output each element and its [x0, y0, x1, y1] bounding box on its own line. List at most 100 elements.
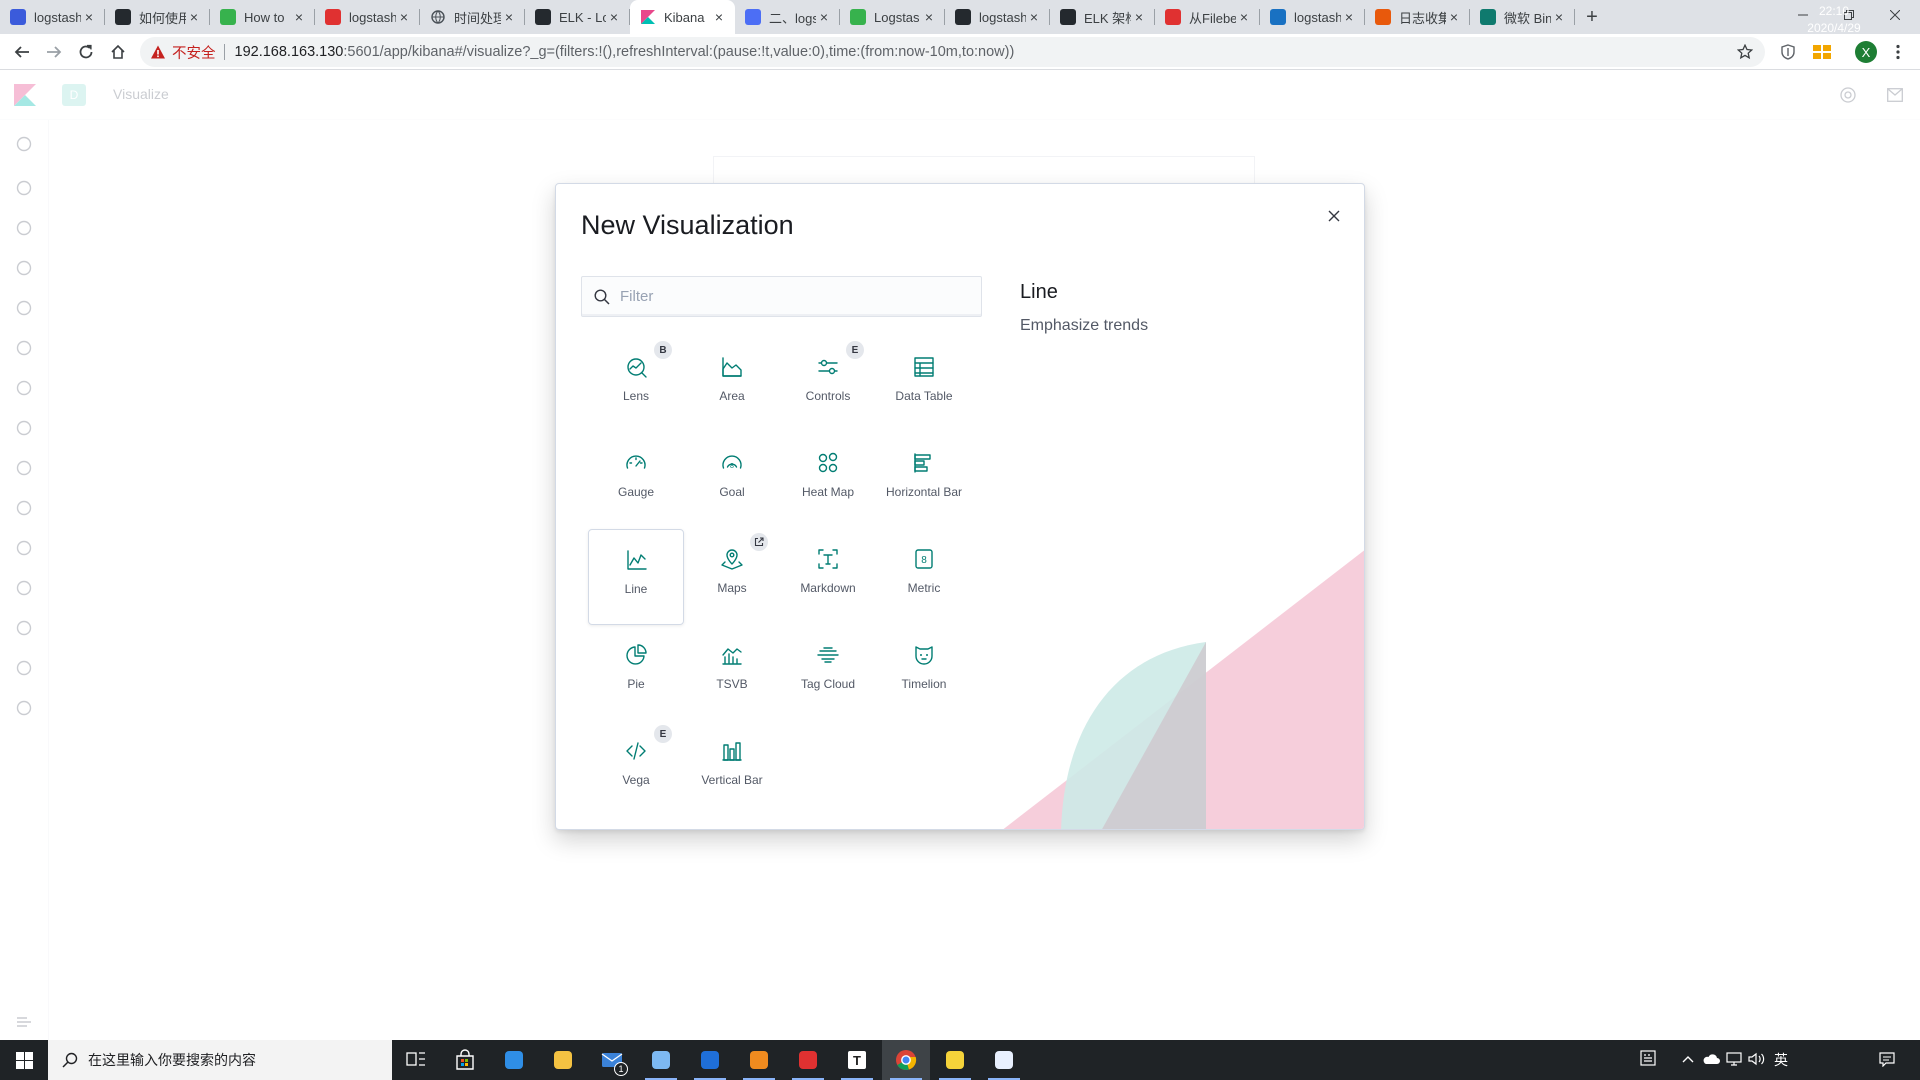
browser-tab[interactable]: logstash × — [315, 0, 420, 34]
volume-icon[interactable] — [1748, 1052, 1766, 1066]
close-tab-icon[interactable]: × — [501, 9, 517, 25]
filter-input[interactable] — [620, 277, 970, 316]
taskbar-app[interactable] — [882, 1040, 930, 1080]
siem-icon[interactable] — [14, 418, 34, 438]
vis-type-area[interactable]: Area — [684, 337, 780, 433]
taskbar-app[interactable] — [637, 1040, 685, 1080]
browser-tab[interactable]: 如何使用 × — [105, 0, 210, 34]
close-tab-icon[interactable]: × — [1551, 9, 1567, 25]
new-tab-button[interactable]: + — [1575, 0, 1609, 34]
start-button[interactable] — [0, 1040, 48, 1080]
vis-type-horizontal-bar[interactable]: Horizontal Bar — [876, 433, 972, 529]
close-tab-icon[interactable]: × — [81, 9, 97, 25]
browser-tab[interactable]: 日志收集 × — [1365, 0, 1470, 34]
browser-tab[interactable]: Kibana × — [630, 0, 735, 34]
browser-tab[interactable]: logstash × — [0, 0, 105, 34]
address-bar[interactable]: 不安全 192.168.163.130:5601/app/kibana#/vis… — [140, 37, 1765, 67]
vis-type-markdown[interactable]: Markdown — [780, 529, 876, 625]
taskbar-app[interactable] — [686, 1040, 734, 1080]
taskbar-app[interactable]: T — [833, 1040, 881, 1080]
taskbar-app[interactable] — [539, 1040, 587, 1080]
vis-type-tsvb[interactable]: TSVB — [684, 625, 780, 721]
close-tab-icon[interactable]: × — [396, 9, 412, 25]
browser-tab[interactable]: 微软 Bin × — [1470, 0, 1575, 34]
close-modal-button[interactable] — [1324, 206, 1344, 226]
vis-type-tag-cloud[interactable]: Tag Cloud — [780, 625, 876, 721]
apm-icon[interactable] — [14, 538, 34, 558]
vis-type-goal[interactable]: 8 Goal — [684, 433, 780, 529]
vis-type-metric[interactable]: 8 Metric — [876, 529, 972, 625]
forward-button[interactable] — [38, 36, 70, 68]
filter-field[interactable] — [581, 276, 982, 317]
vis-type-gauge[interactable]: Gauge — [588, 433, 684, 529]
vis-type-lens[interactable]: Lens B — [588, 337, 684, 433]
vis-type-vega[interactable]: Vega E — [588, 721, 684, 817]
maps-icon[interactable] — [14, 338, 34, 358]
notification-icon[interactable] — [1879, 1052, 1895, 1067]
recent-icon[interactable] — [14, 134, 34, 154]
taskbar-app[interactable] — [980, 1040, 1028, 1080]
vis-type-pie[interactable]: Pie — [588, 625, 684, 721]
mail-icon[interactable] — [1887, 88, 1903, 102]
ime-indicator[interactable]: 英 — [1774, 1050, 1788, 1070]
taskbar-app[interactable]: 1 — [588, 1040, 636, 1080]
vis-type-data-table[interactable]: Data Table — [876, 337, 972, 433]
browser-tab[interactable]: 从Filebe × — [1155, 0, 1260, 34]
close-tab-icon[interactable]: × — [606, 9, 622, 25]
dashboard-icon[interactable] — [14, 258, 34, 278]
taskbar-app[interactable] — [784, 1040, 832, 1080]
close-window-button[interactable] — [1872, 0, 1918, 30]
close-tab-icon[interactable]: × — [1446, 9, 1462, 25]
back-button[interactable] — [6, 36, 38, 68]
monitoring-icon[interactable] — [14, 658, 34, 678]
browser-tab[interactable]: ELK - Lo × — [525, 0, 630, 34]
profile-button[interactable]: X — [1850, 36, 1882, 68]
taskbar-app[interactable] — [441, 1040, 489, 1080]
canvas-icon[interactable] — [14, 298, 34, 318]
close-tab-icon[interactable]: × — [1026, 9, 1042, 25]
browser-tab[interactable]: logstash × — [1260, 0, 1365, 34]
vis-type-line[interactable]: Line — [588, 529, 684, 625]
vis-type-vertical-bar[interactable]: Vertical Bar — [684, 721, 780, 817]
vis-type-timelion[interactable]: Timelion — [876, 625, 972, 721]
close-tab-icon[interactable]: × — [711, 9, 727, 25]
network-icon[interactable] — [1726, 1052, 1742, 1066]
taskbar-app[interactable] — [735, 1040, 783, 1080]
clock[interactable]: 22:10 2020/4/29 — [1800, 3, 1868, 37]
space-avatar[interactable]: D — [62, 84, 86, 106]
browser-tab[interactable]: 时间处理 × — [420, 0, 525, 34]
management-icon[interactable] — [14, 698, 34, 718]
close-tab-icon[interactable]: × — [1236, 9, 1252, 25]
breadcrumb[interactable]: Visualize — [113, 86, 169, 102]
close-tab-icon[interactable]: × — [921, 9, 937, 25]
extension-button[interactable] — [1806, 36, 1838, 68]
close-tab-icon[interactable]: × — [291, 9, 307, 25]
chevron-up-icon[interactable] — [1682, 1055, 1694, 1063]
close-tab-icon[interactable]: × — [1341, 9, 1357, 25]
logs-icon[interactable] — [14, 498, 34, 518]
onedrive-icon[interactable] — [1702, 1053, 1720, 1065]
browser-tab[interactable]: Logstas × — [840, 0, 945, 34]
collapse-nav-icon[interactable] — [14, 1012, 34, 1032]
browser-tab[interactable]: logstash × — [945, 0, 1050, 34]
bookmark-star-button[interactable] — [1737, 44, 1753, 60]
vis-type-heat-map[interactable]: Heat Map — [780, 433, 876, 529]
help-icon[interactable] — [1840, 87, 1856, 103]
home-button[interactable] — [102, 36, 134, 68]
taskbar-search-box[interactable]: 在这里输入你要搜索的内容 — [48, 1040, 392, 1080]
vis-type-controls[interactable]: Controls E — [780, 337, 876, 433]
extension-button[interactable] — [1772, 36, 1804, 68]
keyboard-icon[interactable] — [1640, 1050, 1656, 1066]
ml-icon[interactable] — [14, 378, 34, 398]
close-tab-icon[interactable]: × — [186, 9, 202, 25]
vis-type-maps[interactable]: Maps — [684, 529, 780, 625]
infra-icon[interactable] — [14, 458, 34, 478]
visualize-icon[interactable] — [14, 218, 34, 238]
reload-button[interactable] — [70, 36, 102, 68]
uptime-icon[interactable] — [14, 578, 34, 598]
taskbar-app[interactable] — [392, 1040, 440, 1080]
close-tab-icon[interactable]: × — [816, 9, 832, 25]
taskbar-app[interactable] — [931, 1040, 979, 1080]
close-tab-icon[interactable]: × — [1131, 9, 1147, 25]
browser-tab[interactable]: ELK 架构× — [1050, 0, 1155, 34]
